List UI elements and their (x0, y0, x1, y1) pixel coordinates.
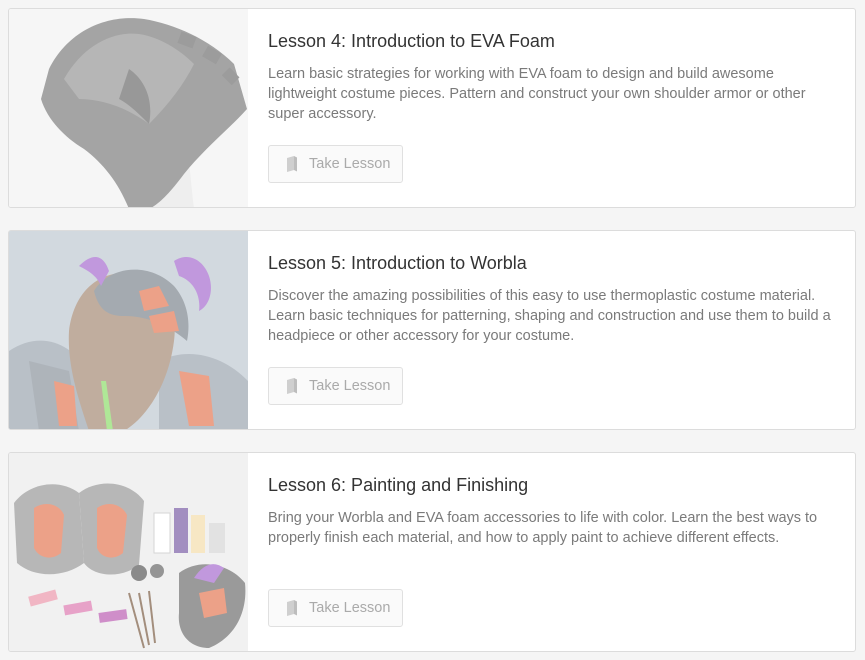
take-lesson-label: Take Lesson (309, 156, 391, 172)
lesson-content: Lesson 5: Introduction to Worbla Discove… (268, 231, 835, 429)
worbla-headpiece-image (9, 231, 248, 429)
lesson-content: Lesson 4: Introduction to EVA Foam Learn… (268, 9, 835, 207)
lesson-list: Lesson 4: Introduction to EVA Foam Learn… (0, 0, 865, 660)
take-lesson-button[interactable]: Take Lesson (268, 367, 403, 405)
lesson-title: Lesson 6: Painting and Finishing (268, 475, 529, 495)
book-icon (287, 156, 297, 172)
take-lesson-label: Take Lesson (309, 378, 391, 394)
lesson-title: Lesson 4: Introduction to EVA Foam (268, 31, 555, 51)
lesson-description: Discover the amazing possibilities of th… (268, 288, 831, 344)
lesson-card-6: Lesson 6: Painting and Finishing Bring y… (8, 452, 856, 652)
lesson-content: Lesson 6: Painting and Finishing Bring y… (268, 453, 835, 651)
lesson-description: Bring your Worbla and EVA foam accessori… (268, 510, 818, 546)
lesson-card-5: Lesson 5: Introduction to Worbla Discove… (8, 230, 856, 430)
book-icon (287, 378, 297, 394)
take-lesson-button[interactable]: Take Lesson (268, 145, 403, 183)
take-lesson-label: Take Lesson (309, 600, 391, 616)
take-lesson-button[interactable]: Take Lesson (268, 589, 403, 627)
lesson-title: Lesson 5: Introduction to Worbla (268, 253, 527, 273)
eva-foam-shoulder-armor-image (9, 9, 248, 207)
lesson-card-4: Lesson 4: Introduction to EVA Foam Learn… (8, 8, 856, 208)
book-icon (287, 600, 297, 616)
painting-supplies-image (9, 453, 248, 651)
lesson-description: Learn basic strategies for working with … (268, 66, 806, 122)
